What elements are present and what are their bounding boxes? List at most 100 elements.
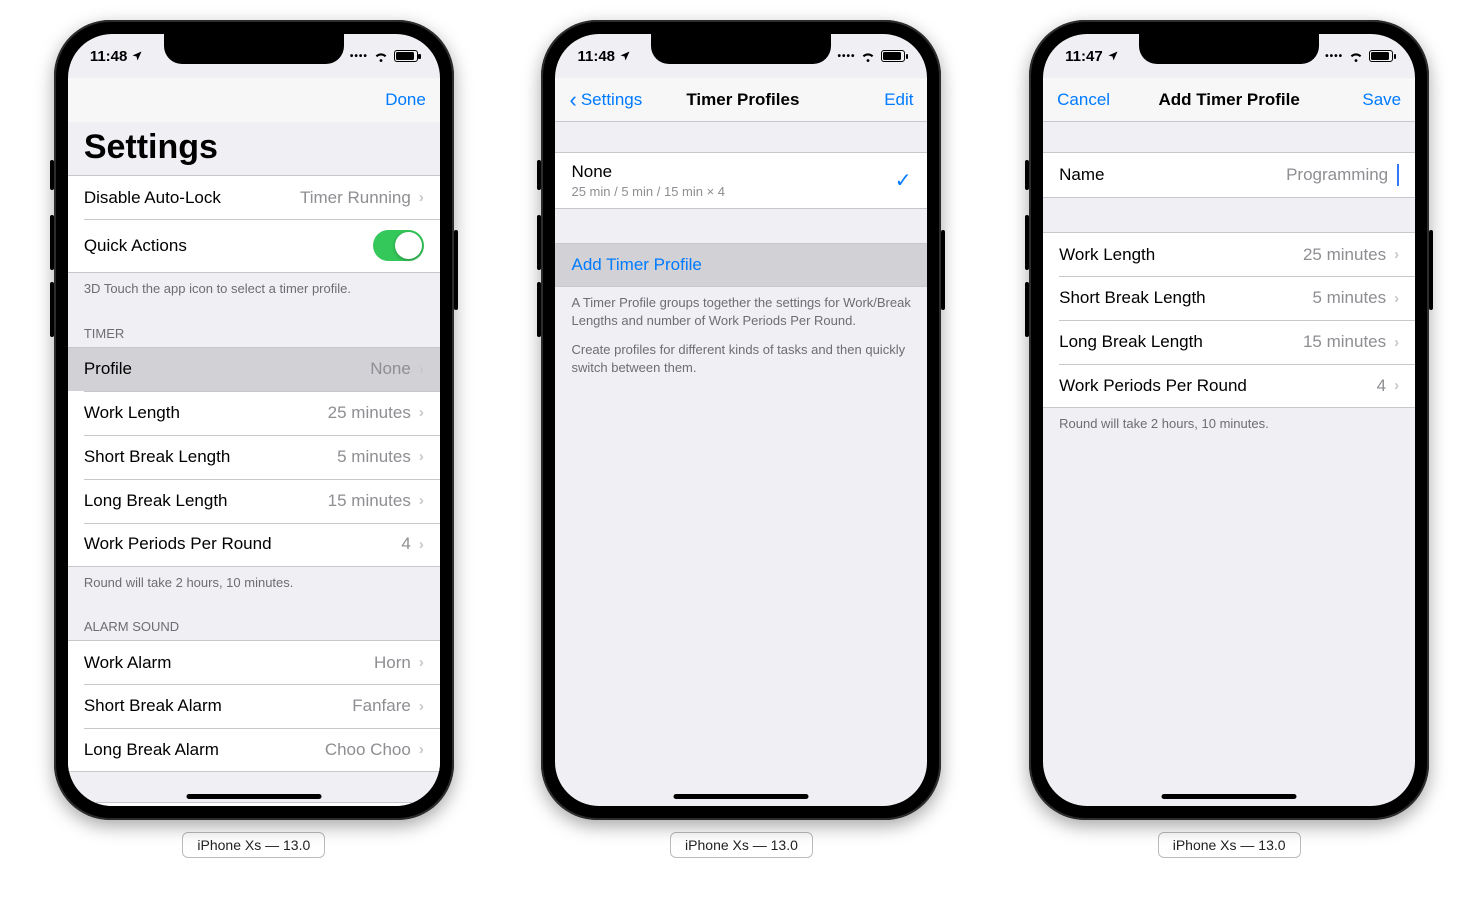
- input-value: Programming: [1286, 165, 1388, 185]
- row-work-periods[interactable]: Work Periods Per Round 4 ›: [68, 523, 440, 567]
- chevron-right-icon: ›: [419, 361, 424, 378]
- row-short-break-alarm[interactable]: Short Break Alarm Fanfare ›: [68, 684, 440, 728]
- volume-up-button: [1025, 215, 1029, 270]
- chevron-right-icon: ›: [419, 741, 424, 758]
- row-name[interactable]: Name Programming: [1043, 152, 1415, 198]
- device-caption: iPhone Xs — 13.0: [670, 832, 813, 858]
- mute-switch: [1025, 160, 1029, 190]
- profile-title: None: [571, 162, 725, 182]
- power-button: [941, 230, 945, 310]
- edit-button[interactable]: Edit: [843, 90, 913, 110]
- save-button[interactable]: Save: [1341, 90, 1401, 110]
- row-long-break-length[interactable]: Long Break Length 15 minutes ›: [68, 479, 440, 523]
- action-label: Add Timer Profile: [571, 255, 701, 275]
- status-time: 11:47: [1065, 48, 1103, 65]
- home-indicator[interactable]: [1162, 794, 1297, 799]
- wifi-icon: [373, 50, 389, 62]
- row-label: Short Break Length: [1059, 288, 1205, 308]
- power-button: [454, 230, 458, 310]
- row-work-length[interactable]: Work Length 25 minutes ›: [1043, 232, 1415, 276]
- cell-signal-icon: ••••: [837, 51, 855, 62]
- row-long-break-length[interactable]: Long Break Length 15 minutes ›: [1043, 320, 1415, 364]
- home-indicator[interactable]: [674, 794, 809, 799]
- chevron-right-icon: ›: [1394, 377, 1399, 394]
- volume-up-button: [537, 215, 541, 270]
- row-work-length[interactable]: Work Length 25 minutes ›: [68, 391, 440, 435]
- nav-bar: Done: [68, 78, 440, 122]
- row-label: Work Periods Per Round: [1059, 376, 1247, 396]
- chevron-right-icon: ›: [419, 536, 424, 553]
- row-label: Work Length: [84, 403, 180, 423]
- section-header-alarm: ALARM SOUND: [68, 599, 440, 640]
- row-profile[interactable]: Profile None ›: [68, 347, 440, 391]
- section-footer: Round will take 2 hours, 10 minutes.: [1043, 408, 1415, 441]
- row-label: Work Length: [1059, 245, 1155, 265]
- battery-icon: [881, 50, 905, 62]
- row-work-alarm[interactable]: Work Alarm Horn ›: [68, 640, 440, 684]
- row-value: 4: [401, 534, 410, 554]
- toggle-switch[interactable]: [373, 230, 424, 261]
- wifi-icon: [1348, 50, 1364, 62]
- section-footer: A Timer Profile groups together the sett…: [555, 287, 927, 337]
- chevron-right-icon: ›: [419, 448, 424, 465]
- nav-title: Add Timer Profile: [1158, 90, 1299, 110]
- device-frame: 11:48 •••• ‹ Settings Timer Profiles Edi…: [541, 20, 941, 820]
- volume-down-button: [537, 282, 541, 337]
- notch: [651, 34, 831, 64]
- row-label: Work Alarm: [84, 653, 172, 673]
- volume-down-button: [50, 282, 54, 337]
- location-icon: [619, 50, 631, 62]
- add-timer-profile-button[interactable]: Add Timer Profile: [555, 243, 927, 287]
- cell-signal-icon: ••••: [1325, 51, 1343, 62]
- power-button: [1429, 230, 1433, 310]
- row-value: 15 minutes: [328, 491, 411, 511]
- name-input[interactable]: Programming: [1286, 164, 1399, 186]
- mute-switch: [537, 160, 541, 190]
- chevron-right-icon: ›: [419, 189, 424, 206]
- chevron-right-icon: ›: [419, 654, 424, 671]
- home-indicator[interactable]: [186, 794, 321, 799]
- checkmark-icon: ✓: [895, 168, 912, 193]
- row-value: 4: [1377, 376, 1386, 396]
- row-quick-actions[interactable]: Quick Actions: [68, 219, 440, 273]
- row-value: 15 minutes: [1303, 332, 1386, 352]
- volume-up-button: [50, 215, 54, 270]
- location-icon: [1107, 50, 1119, 62]
- status-time: 11:48: [577, 48, 615, 65]
- row-short-break-length[interactable]: Short Break Length 5 minutes ›: [68, 435, 440, 479]
- section-footer: Round will take 2 hours, 10 minutes.: [68, 567, 440, 600]
- section-footer: 3D Touch the app icon to select a timer …: [68, 273, 440, 306]
- device-frame: 11:48 •••• Done Settings Disable Auto-Lo…: [54, 20, 454, 820]
- chevron-right-icon: ›: [1394, 246, 1399, 263]
- row-label: Long Break Length: [1059, 332, 1203, 352]
- row-value: Timer Running: [300, 188, 411, 208]
- back-label: Settings: [581, 90, 642, 110]
- text-caret: [1397, 164, 1399, 186]
- chevron-left-icon: ‹: [569, 89, 576, 111]
- row-label: Disable Auto-Lock: [84, 188, 221, 208]
- row-disable-auto-lock[interactable]: Disable Auto-Lock Timer Running ›: [68, 175, 440, 219]
- row-work-periods[interactable]: Work Periods Per Round 4 ›: [1043, 364, 1415, 408]
- cancel-button[interactable]: Cancel: [1057, 90, 1117, 110]
- back-button[interactable]: ‹ Settings: [569, 89, 642, 111]
- device-caption: iPhone Xs — 13.0: [182, 832, 325, 858]
- wifi-icon: [860, 50, 876, 62]
- device-frame: 11:47 •••• Cancel Add Timer Profile Save…: [1029, 20, 1429, 820]
- row-value: 25 minutes: [328, 403, 411, 423]
- row-label: Quick Actions: [84, 236, 187, 256]
- page-title: Settings: [68, 122, 440, 175]
- battery-icon: [394, 50, 418, 62]
- mute-switch: [50, 160, 54, 190]
- row-long-break-alarm[interactable]: Long Break Alarm Choo Choo ›: [68, 728, 440, 772]
- row-label: Short Break Length: [84, 447, 230, 467]
- battery-icon: [1369, 50, 1393, 62]
- row-value: None: [370, 359, 411, 379]
- row-label: Profile: [84, 359, 132, 379]
- done-button[interactable]: Done: [356, 90, 426, 110]
- row-short-break-length[interactable]: Short Break Length 5 minutes ›: [1043, 276, 1415, 320]
- row-label: Long Break Length: [84, 491, 228, 511]
- notch: [164, 34, 344, 64]
- row-siri-shortcuts[interactable]: Siri Shortcuts ›: [68, 802, 440, 806]
- profile-row-none[interactable]: None 25 min / 5 min / 15 min × 4 ✓: [555, 152, 927, 209]
- profile-subtitle: 25 min / 5 min / 15 min × 4: [571, 184, 725, 199]
